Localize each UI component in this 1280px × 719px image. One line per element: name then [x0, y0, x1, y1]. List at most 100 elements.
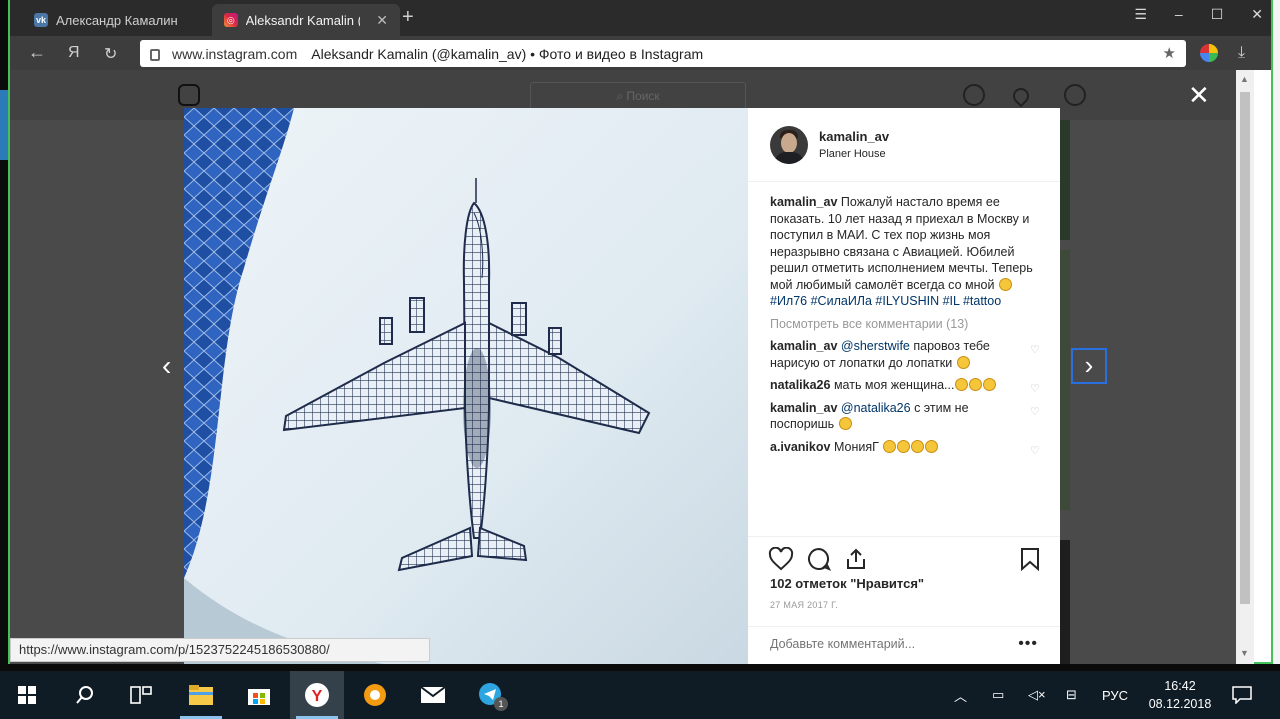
- start-button[interactable]: [0, 671, 54, 719]
- background-thumbnail: [1060, 540, 1070, 664]
- new-tab-icon[interactable]: +: [402, 6, 414, 29]
- address-bar[interactable]: www.instagram.com Aleksandr Kamalin (@ka…: [140, 40, 1186, 67]
- caption-hashtags[interactable]: #Ил76 #СилаИЛа #ILYUSHIN #IL #tattoo: [770, 294, 1001, 308]
- comment-like-heart-icon[interactable]: ♡: [1030, 381, 1042, 395]
- action-center-icon: [1232, 686, 1252, 704]
- save-bookmark-icon[interactable]: [1020, 547, 1040, 571]
- extension-icon[interactable]: [1200, 44, 1218, 62]
- post-username[interactable]: kamalin_av: [819, 129, 889, 144]
- maximize-icon[interactable]: ☐: [1211, 6, 1224, 23]
- comment-mention[interactable]: @natalika26: [841, 401, 911, 415]
- scroll-down-icon[interactable]: ▼: [1240, 648, 1249, 658]
- more-options-icon[interactable]: •••: [1018, 635, 1038, 653]
- post-header: kamalin_av Planer House: [748, 108, 1060, 182]
- crying-emoji-icon: [969, 378, 983, 391]
- post-actions: [748, 536, 1060, 571]
- comment-like-heart-icon[interactable]: ♡: [1030, 342, 1042, 356]
- add-comment-input[interactable]: [770, 637, 1000, 651]
- downloads-icon[interactable]: ⤓: [1238, 44, 1245, 62]
- avatar[interactable]: [770, 126, 808, 164]
- minimize-icon[interactable]: –: [1175, 6, 1183, 23]
- search-icon: [76, 686, 93, 704]
- svg-text:Y: Y: [312, 688, 323, 705]
- close-tab-icon[interactable]: ✕: [376, 12, 388, 29]
- tab-label: Александр Камалин: [56, 12, 178, 28]
- share-icon[interactable]: [844, 547, 868, 571]
- grin-emoji-icon: [838, 417, 852, 430]
- status-url: https://www.instagram.com/p/152375224518…: [10, 638, 430, 662]
- grin-emoji-icon: [956, 355, 970, 369]
- comment-like-heart-icon[interactable]: ♡: [1030, 404, 1042, 418]
- notifications-icon[interactable]: [1232, 671, 1252, 719]
- comment-like-heart-icon[interactable]: ♡: [1030, 443, 1042, 457]
- comment-row: kamalin_av @sherstwife паровоз тебе нари…: [770, 338, 1042, 371]
- instagram-logo-icon[interactable]: [178, 84, 200, 106]
- comment-mention[interactable]: @sherstwife: [841, 339, 910, 353]
- search-button[interactable]: [58, 671, 112, 719]
- close-window-icon[interactable]: ✕: [1251, 6, 1263, 23]
- file-explorer-button[interactable]: [174, 671, 228, 719]
- menu-icon[interactable]: ☰: [1134, 6, 1147, 23]
- scroll-up-icon[interactable]: ▲: [1240, 74, 1249, 84]
- explore-icon[interactable]: [963, 84, 985, 106]
- back-icon[interactable]: ←: [28, 42, 46, 63]
- bookmark-star-icon[interactable]: ★: [1163, 44, 1176, 62]
- view-all-comments-link[interactable]: Посмотреть все комментарии (13): [770, 316, 1042, 333]
- profile-icon[interactable]: [1064, 84, 1086, 106]
- caption-username[interactable]: kamalin_av: [770, 195, 837, 209]
- page-scrollbar[interactable]: ▲ ▼: [1236, 70, 1254, 664]
- vk-icon: vk: [34, 13, 48, 27]
- laughing-emoji-icon: [911, 439, 925, 453]
- scrollbar-thumb[interactable]: [1240, 92, 1250, 604]
- likes-count[interactable]: 102 отметок "Нравится": [770, 576, 924, 591]
- like-heart-icon[interactable]: [768, 547, 794, 571]
- volume-icon[interactable]: ◁×: [1028, 671, 1046, 719]
- browser-window: vk Александр Камалин ◎ Aleksandr Kamalin…: [8, 0, 1273, 664]
- reload-icon[interactable]: ↻: [104, 44, 117, 64]
- comment-username[interactable]: a.ivanikov: [770, 440, 830, 454]
- app-button[interactable]: [348, 671, 402, 719]
- desktop-edge: [1273, 0, 1280, 664]
- clock[interactable]: 16:42 08.12.2018: [1140, 677, 1220, 713]
- mail-icon: [420, 686, 446, 703]
- tab-instagram[interactable]: ◎ Aleksandr Kamalin (@ka ✕: [212, 4, 400, 36]
- folder-icon: [189, 685, 213, 705]
- battery-icon[interactable]: ▭: [992, 671, 1004, 719]
- yandex-browser-button[interactable]: Y: [290, 671, 344, 719]
- store-icon: [248, 689, 270, 705]
- post-photo: [184, 108, 748, 664]
- mail-button[interactable]: [406, 671, 460, 719]
- close-modal-icon[interactable]: ✕: [1188, 80, 1210, 111]
- post-date: 27 МАЯ 2017 Г.: [770, 600, 839, 610]
- comment-username[interactable]: kamalin_av: [770, 339, 837, 353]
- show-hidden-icons[interactable]: ︿: [954, 671, 967, 719]
- background-thumbnail: [1060, 250, 1070, 510]
- search-input[interactable]: ⌕ Поиск: [530, 82, 746, 110]
- laughing-emoji-icon: [883, 439, 897, 453]
- task-view-button[interactable]: [114, 671, 168, 719]
- heart-icon[interactable]: [1009, 84, 1033, 108]
- browser-toolbar: ← Я ↻ www.instagram.com Aleksandr Kamali…: [10, 36, 1271, 70]
- next-post-icon[interactable]: ›: [1071, 348, 1107, 384]
- comment-username[interactable]: natalika26: [770, 378, 830, 392]
- laughing-emoji-icon: [925, 439, 939, 453]
- comments-list: kamalin_av Пожалуй настало время ее пока…: [770, 194, 1042, 461]
- telegram-button[interactable]: 1: [464, 671, 518, 719]
- yandex-browser-icon: Y: [305, 683, 329, 707]
- comment-icon[interactable]: [806, 547, 832, 571]
- network-icon[interactable]: ⊟: [1066, 671, 1077, 719]
- store-button[interactable]: [232, 671, 286, 719]
- windows-icon: [18, 686, 36, 704]
- post-location[interactable]: Planer House: [819, 148, 886, 160]
- yandex-icon[interactable]: Я: [68, 44, 80, 62]
- comment-text: мать моя женщина...: [833, 378, 955, 392]
- tab-vk[interactable]: vk Александр Камалин: [22, 4, 212, 36]
- comment-username[interactable]: kamalin_av: [770, 401, 837, 415]
- clock-date: 08.12.2018: [1148, 697, 1212, 711]
- address-title: Aleksandr Kamalin (@kamalin_av) • Фото и…: [311, 45, 704, 62]
- clock-time: 16:42: [1164, 679, 1196, 693]
- desktop-edge-left: [0, 90, 8, 160]
- language-indicator[interactable]: РУС: [1102, 671, 1128, 719]
- tab-label: Aleksandr Kamalin (@ka: [245, 12, 361, 28]
- previous-post-icon[interactable]: ‹: [162, 350, 171, 382]
